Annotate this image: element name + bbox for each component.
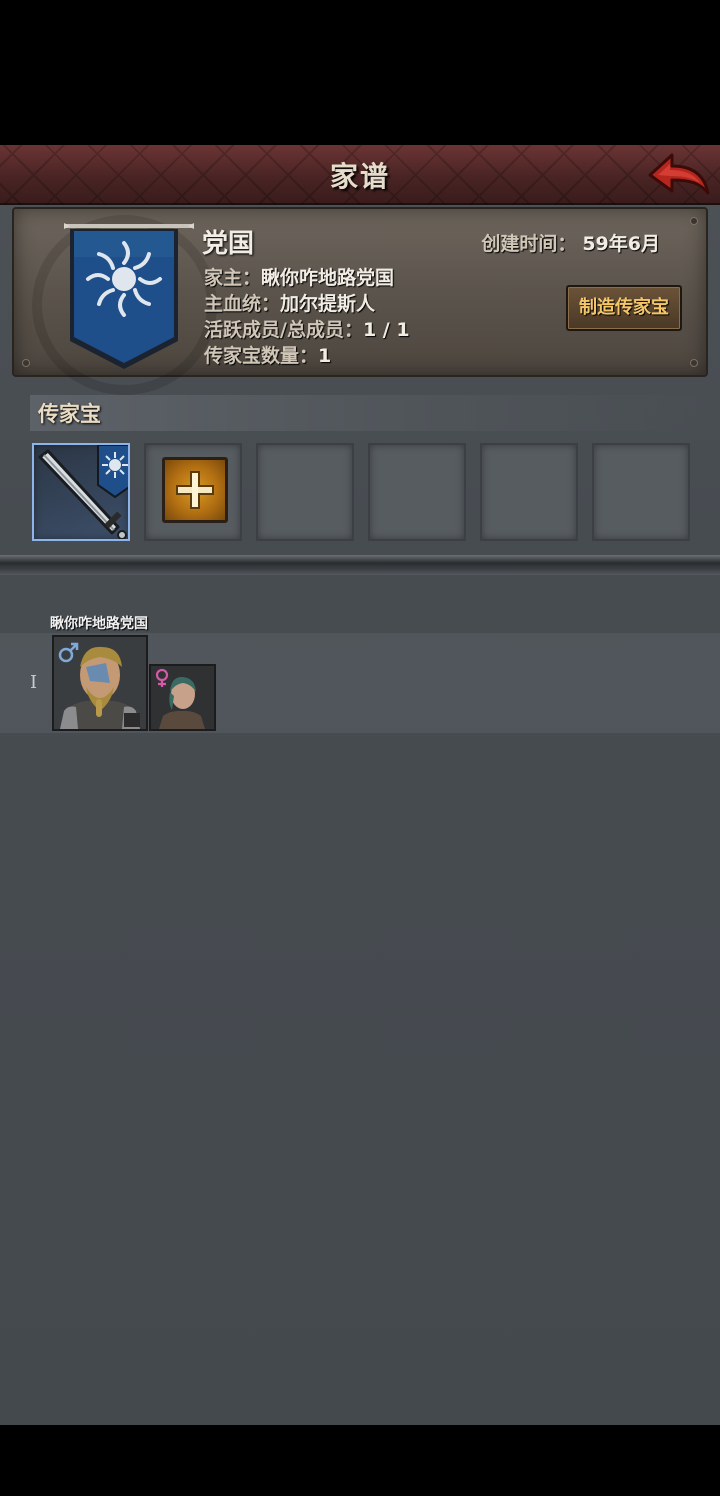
male-symbol-icon	[58, 642, 79, 663]
heirloom-slot-5[interactable]	[480, 443, 578, 541]
header-bar: 家谱	[0, 145, 720, 205]
created-time-label: 创建时间：	[481, 233, 577, 255]
family-banner-icon	[64, 223, 194, 369]
family-name: 党国	[202, 229, 255, 259]
spouse-portrait[interactable]	[149, 664, 216, 731]
navigation-bar-area	[0, 1425, 720, 1496]
heirloom-slot-6[interactable]	[592, 443, 690, 541]
patriarch-line: 家主：瞅你咋地路党国	[204, 263, 394, 290]
family-tree-screen: 家谱 党国 创建时间： 59年6月 家主：瞅你咋地路党国 主血统：加尔提斯人 活…	[0, 145, 720, 1425]
plus-icon	[176, 471, 214, 509]
created-time-value: 59年6月	[582, 233, 660, 255]
family-info-card: 党国 创建时间： 59年6月 家主：瞅你咋地路党国 主血统：加尔提斯人 活跃成员/…	[12, 207, 708, 395]
heirloom-count-line: 传家宝数量：1	[204, 341, 331, 368]
created-time: 创建时间： 59年6月	[481, 229, 660, 256]
members-label: 活跃成员/总成员：	[204, 319, 363, 341]
heirloom-count-value: 1	[318, 345, 332, 367]
rivet	[690, 359, 698, 367]
patriarch-label: 家主：	[204, 267, 262, 289]
bloodline-label: 主血统：	[204, 293, 281, 315]
back-button[interactable]	[646, 149, 712, 199]
heirloom-slot-1[interactable]	[32, 443, 130, 541]
rivet	[690, 217, 698, 225]
page-title: 家谱	[329, 160, 390, 193]
heirloom-section-bar	[30, 395, 720, 431]
bloodline-value: 加尔提斯人	[280, 293, 376, 315]
patriarch-portrait[interactable]	[52, 635, 148, 731]
add-heirloom-button[interactable]	[162, 457, 228, 523]
heirloom-section-title: 传家宝	[38, 402, 101, 426]
make-heirloom-button[interactable]: 制造传家宝	[566, 285, 682, 331]
members-value: 1 / 1	[362, 319, 410, 341]
female-symbol-icon	[155, 668, 169, 687]
heirloom-slot-4[interactable]	[368, 443, 466, 541]
heirloom-slot-2-add[interactable]	[144, 443, 242, 541]
status-bar-area	[0, 0, 720, 145]
heirloom-slot-3[interactable]	[256, 443, 354, 541]
sword-icon	[38, 445, 128, 539]
heirloom-count-label: 传家宝数量：	[204, 345, 319, 367]
rivet	[22, 359, 30, 367]
section-divider	[0, 555, 720, 575]
members-line: 活跃成员/总成员：1 / 1	[204, 315, 410, 342]
back-arrow-icon	[648, 153, 710, 195]
member-name: 瞅你咋地路党国	[50, 616, 148, 632]
patriarch-value: 瞅你咋地路党国	[261, 267, 395, 289]
bloodline-line: 主血统：加尔提斯人	[204, 289, 375, 316]
generation-label: I	[30, 672, 38, 693]
